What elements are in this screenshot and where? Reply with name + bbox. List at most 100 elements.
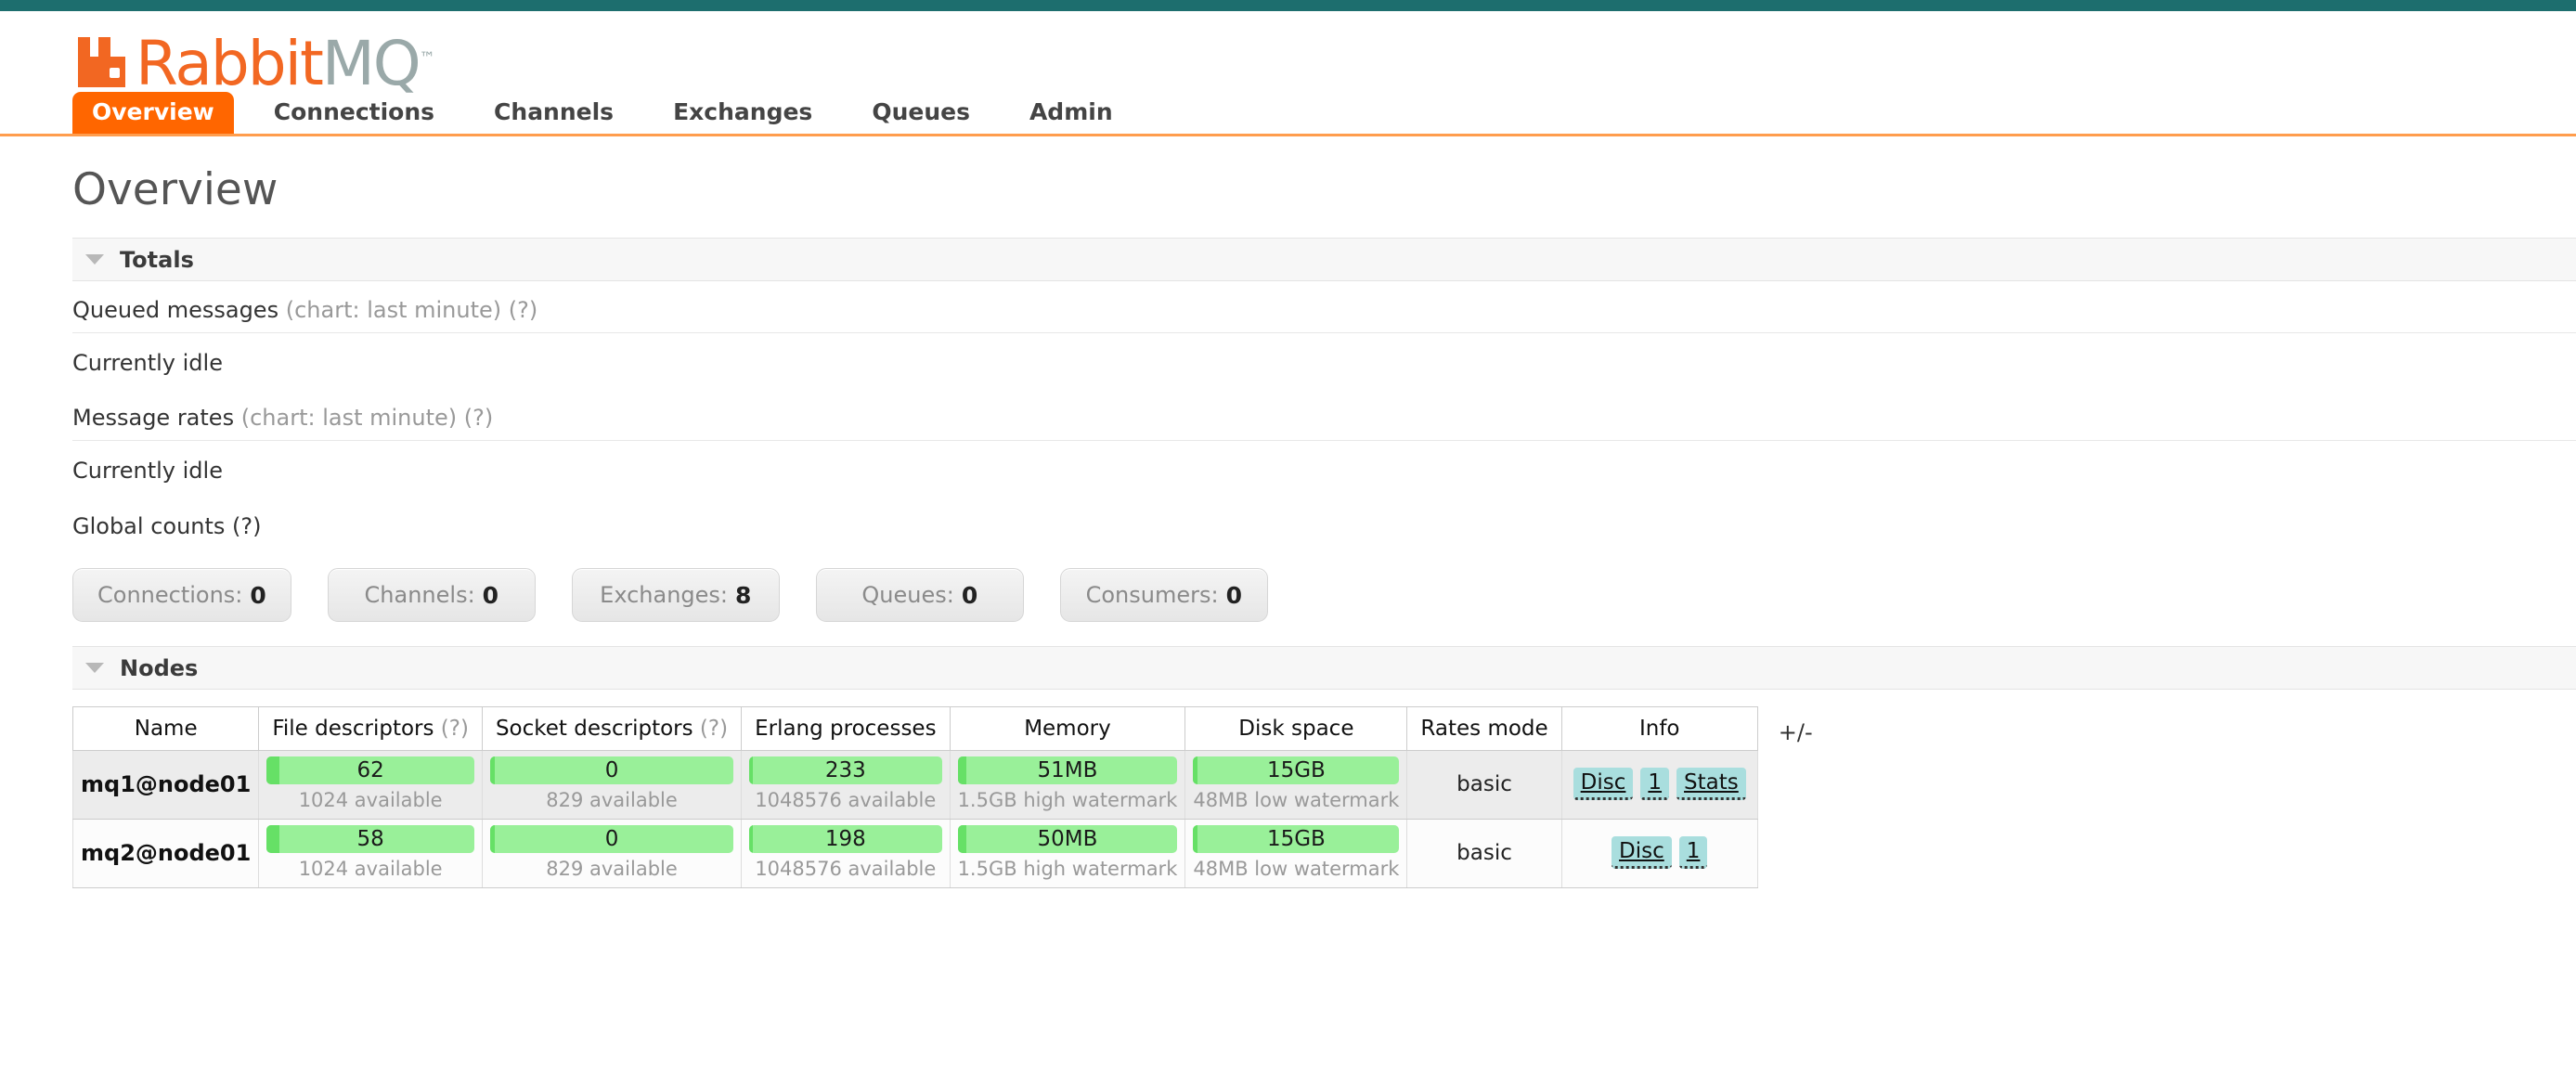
gauge-subtext: 48MB low watermark [1193, 789, 1400, 811]
gauge-subtext: 48MB low watermark [1193, 858, 1400, 880]
node-info: Disc 1 [1560, 819, 1758, 888]
page-title: Overview [72, 164, 278, 215]
gauge-value: 50MB [1037, 827, 1098, 851]
queued-messages-status: Currently idle [72, 350, 223, 376]
gauge-bar: 15GB [1193, 756, 1400, 784]
nav-item-queues[interactable]: Queues [852, 92, 990, 134]
gauge-fill [266, 825, 279, 853]
column-help-icon[interactable]: (?) [700, 717, 728, 741]
count-value: 0 [961, 581, 978, 609]
count-value: 8 [735, 581, 752, 609]
node-metric-memory: 51MB 1.5GB high watermark [949, 750, 1186, 820]
section-title-nodes: Nodes [120, 654, 199, 681]
message-rates-help-icon[interactable]: (?) [464, 405, 493, 431]
global-counts-help-icon[interactable]: (?) [232, 513, 261, 539]
gauge-bar: 0 [489, 825, 734, 853]
count-box-consumers[interactable]: Consumers: 0 [1059, 568, 1268, 622]
nav-item-channels[interactable]: Channels [474, 92, 633, 134]
column-label: Socket descriptors [495, 717, 693, 741]
column-label: Name [134, 717, 198, 741]
count-box-connections[interactable]: Connections: 0 [72, 568, 291, 622]
node-metric-socket-descriptors: 0 829 available [481, 750, 743, 820]
queued-messages-header: Queued messages (chart: last minute) (?) [72, 281, 2576, 333]
count-box-queues[interactable]: Queues: 0 [815, 568, 1024, 622]
nav-item-exchanges[interactable]: Exchanges [654, 92, 832, 134]
node-rates-mode: basic [1406, 750, 1562, 820]
message-rates-header: Message rates (chart: last minute) (?) [72, 389, 2576, 441]
column-label: Rates mode [1420, 717, 1548, 741]
gauge-subtext: 829 available [546, 789, 678, 811]
global-counts-header: Global counts (?) [72, 497, 2576, 552]
gauge-fill [489, 756, 496, 784]
node-metric-disk-space: 15GB 48MB low watermark [1184, 750, 1408, 820]
column-label: Memory [1024, 717, 1111, 741]
gauge-subtext: 1.5GB high watermark [957, 858, 1178, 880]
gauge-value: 233 [824, 758, 866, 782]
gauge-fill [957, 825, 967, 853]
info-badge-disc[interactable]: Disc [1573, 768, 1634, 800]
info-badge-1[interactable]: 1 [1640, 768, 1670, 800]
node-metric-disk-space: 15GB 48MB low watermark [1184, 819, 1408, 888]
gauge-subtext: 1024 available [298, 858, 443, 880]
node-name[interactable]: mq1@node01 [71, 750, 260, 820]
nodes-col-info: Info [1560, 706, 1758, 751]
info-badge-stats[interactable]: Stats [1676, 768, 1746, 800]
node-metric-socket-descriptors: 0 829 available [481, 819, 743, 888]
nodes-col-disk-space: Disk space [1184, 706, 1408, 751]
section-title-totals: Totals [120, 246, 194, 273]
toggle-columns-button[interactable]: +/- [1779, 706, 1813, 745]
gauge-fill [749, 825, 754, 853]
section-header-totals[interactable]: Totals [72, 238, 2576, 281]
node-metric-file-descriptors: 58 1024 available [258, 819, 483, 888]
rabbitmq-logo-icon [72, 33, 130, 91]
info-badge-1[interactable]: 1 [1678, 836, 1708, 869]
gauge-value: 198 [824, 827, 866, 851]
nav-item-connections[interactable]: Connections [254, 92, 454, 134]
node-metric-memory: 50MB 1.5GB high watermark [949, 819, 1186, 888]
queued-messages-chart-note: (chart: last minute) [285, 297, 502, 323]
gauge-fill [266, 756, 279, 784]
node-name[interactable]: mq2@node01 [71, 819, 260, 888]
message-rates-chart-note: (chart: last minute) [240, 405, 458, 431]
nav-item-overview[interactable]: Overview [72, 92, 234, 134]
nodes-col-erlang-processes: Erlang processes [741, 706, 951, 751]
nodes-col-name: Name [71, 706, 260, 751]
gauge-subtext: 1048576 available [755, 789, 937, 811]
node-info: Disc 1 Stats [1560, 750, 1758, 820]
gauge-fill [1193, 825, 1197, 853]
info-badge-disc[interactable]: Disc [1612, 836, 1672, 869]
gauge-bar: 0 [489, 756, 734, 784]
count-value: 0 [250, 581, 266, 609]
table-row: mq1@node01 62 1024 available 0 829 available… [71, 750, 1758, 820]
collapse-triangle-icon[interactable] [85, 254, 104, 265]
queued-messages-help-icon[interactable]: (?) [509, 297, 537, 323]
count-label: Consumers: [1085, 582, 1219, 608]
brand-logo[interactable]: RabbitMQ™ [0, 11, 2576, 95]
queued-messages-label: Queued messages [72, 297, 279, 323]
gauge-fill [957, 756, 967, 784]
message-rates-status: Currently idle [72, 458, 223, 484]
gauge-bar: 198 [749, 825, 942, 853]
gauge-bar: 15GB [1193, 825, 1400, 853]
gauge-value: 51MB [1037, 758, 1098, 782]
node-metric-erlang-processes: 198 1048576 available [741, 819, 951, 888]
nav-item-admin[interactable]: Admin [1010, 92, 1133, 134]
column-label: File descriptors [272, 717, 434, 741]
column-label: Info [1638, 717, 1680, 741]
gauge-bar: 50MB [957, 825, 1178, 853]
collapse-triangle-icon[interactable] [85, 663, 104, 673]
gauge-value: 62 [356, 758, 384, 782]
count-box-channels[interactable]: Channels: 0 [327, 568, 536, 622]
node-metric-file-descriptors: 62 1024 available [258, 750, 483, 820]
count-label: Queues: [861, 582, 954, 608]
count-box-exchanges[interactable]: Exchanges: 8 [571, 568, 780, 622]
gauge-bar: 51MB [957, 756, 1178, 784]
gauge-subtext: 1024 available [298, 789, 443, 811]
gauge-value: 0 [604, 758, 619, 782]
node-rates-mode: basic [1406, 819, 1562, 888]
global-counts-label: Global counts [72, 513, 226, 539]
section-header-nodes[interactable]: Nodes [72, 646, 2576, 690]
nodes-table-header-row: Name File descriptors (?) Socket descripto… [71, 706, 1758, 751]
column-label: Disk space [1238, 717, 1354, 741]
column-help-icon[interactable]: (?) [441, 717, 469, 741]
